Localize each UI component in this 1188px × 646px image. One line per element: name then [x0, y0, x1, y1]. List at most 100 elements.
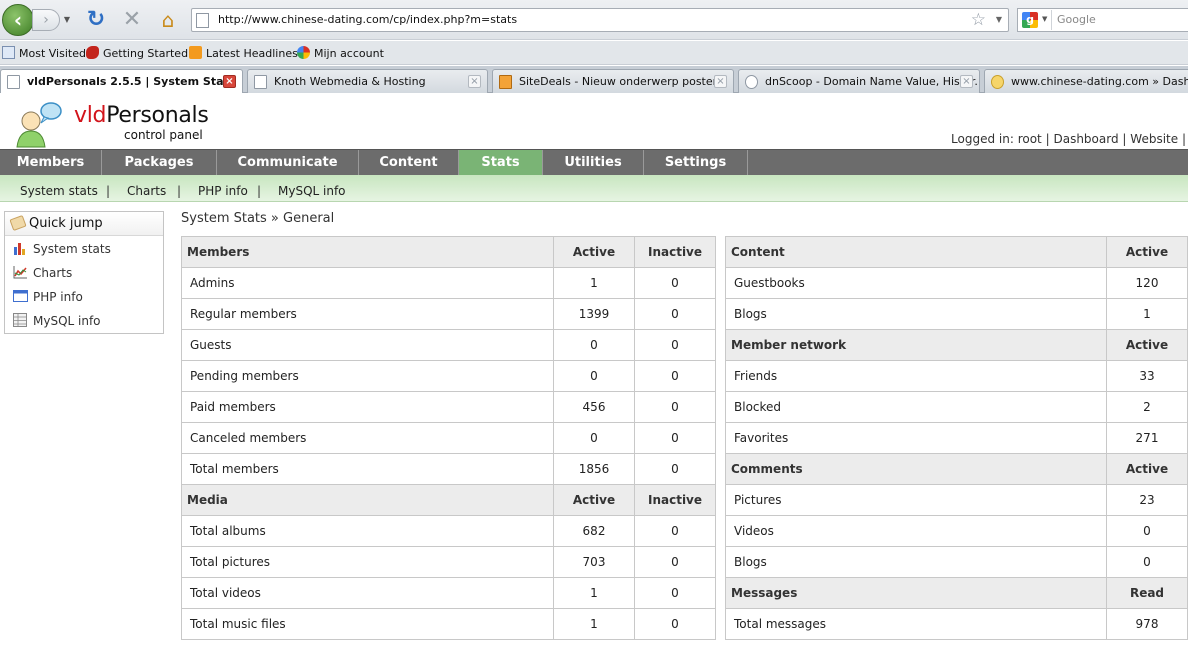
active-value: 1856: [553, 453, 635, 485]
close-icon[interactable]: ×: [714, 75, 727, 88]
row-value: 33: [1106, 360, 1188, 392]
bookmark-star-icon[interactable]: ☆: [971, 10, 986, 30]
nav-stats[interactable]: Stats: [459, 150, 543, 175]
nav-utilities[interactable]: Utilities: [543, 150, 644, 175]
reload-icon[interactable]: ↻: [84, 8, 108, 32]
subnav-system-stats[interactable]: System stats: [20, 184, 98, 198]
main-nav: Members Packages Communicate Content Sta…: [0, 149, 1188, 175]
row-label: Paid members: [181, 391, 554, 423]
section-title: Comments: [725, 453, 1107, 485]
sub-nav: System stats | Charts | PHP info | MySQL…: [0, 175, 1188, 202]
row-label: Total music files: [181, 608, 554, 640]
row-label: Regular members: [181, 298, 554, 330]
nav-communicate[interactable]: Communicate: [217, 150, 359, 175]
inactive-value: 0: [634, 546, 716, 578]
home-icon[interactable]: ⌂: [156, 8, 180, 32]
bookmark-getting-started[interactable]: Getting Started: [86, 46, 188, 60]
bookmark-most-visited[interactable]: Most Visited: [2, 46, 86, 60]
wordpress-icon: [991, 75, 1004, 89]
table-row: Favorites 271: [725, 422, 1188, 454]
nav-members[interactable]: Members: [0, 150, 102, 175]
tab-dashboard[interactable]: www.chinese-dating.com » Dashboard: [984, 69, 1188, 93]
column-header-active: Active: [553, 236, 635, 268]
table-row: Guestbooks 120: [725, 267, 1188, 299]
row-value: 2: [1106, 391, 1188, 423]
active-value: 1: [553, 267, 635, 299]
url-dropdown-icon[interactable]: ▼: [996, 15, 1002, 24]
section-title: Members: [181, 236, 554, 268]
search-input[interactable]: Google: [1057, 13, 1096, 26]
close-icon[interactable]: ×: [468, 75, 481, 88]
dashboard-link[interactable]: Dashboard: [1053, 132, 1118, 146]
column-header-active: Active: [553, 484, 635, 516]
bookmark-latest-headlines[interactable]: Latest Headlines: [189, 46, 298, 60]
active-value: 1399: [553, 298, 635, 330]
bar-chart-icon: [14, 243, 25, 255]
chevron-down-icon: ▼: [1042, 15, 1048, 23]
table-row: Paid members 456 0: [181, 391, 716, 423]
tab-dnscoop[interactable]: dnScoop - Domain Name Value, Histor... ×: [738, 69, 980, 93]
url-text[interactable]: http://www.chinese-dating.com/cp/index.p…: [218, 13, 517, 26]
section-header-messages: Messages Read: [725, 577, 1188, 609]
tab-strip: vldPersonals 2.5.5 | System Stats × Knot…: [0, 66, 1188, 94]
section-header-member-network: Member network Active: [725, 329, 1188, 361]
column-header-active: Active: [1106, 453, 1188, 485]
row-label: Admins: [181, 267, 554, 299]
subnav-php-info[interactable]: PHP info: [198, 184, 248, 198]
stop-icon[interactable]: ✕: [120, 8, 144, 32]
table-row: Pending members 0 0: [181, 360, 716, 392]
inactive-value: 0: [634, 422, 716, 454]
row-label: Blocked: [725, 391, 1107, 423]
search-engine-selector[interactable]: g ▼: [1019, 10, 1052, 30]
website-link[interactable]: Website: [1130, 132, 1178, 146]
inactive-value: 0: [634, 515, 716, 547]
header-links: Logged in: root | Dashboard | Website |: [951, 132, 1186, 146]
row-label: Favorites: [725, 422, 1107, 454]
table-row: Videos 0: [725, 515, 1188, 547]
nav-content[interactable]: Content: [359, 150, 459, 175]
page-icon: [7, 75, 20, 89]
row-value: 120: [1106, 267, 1188, 299]
inactive-value: 0: [634, 391, 716, 423]
row-label: Guests: [181, 329, 554, 361]
close-icon[interactable]: ×: [223, 75, 236, 88]
column-header-active: Active: [1106, 236, 1188, 268]
line-chart-icon: [13, 266, 27, 279]
close-icon[interactable]: ×: [960, 75, 973, 88]
tab-sitedeals[interactable]: SiteDeals - Nieuw onderwerp posten ×: [492, 69, 734, 93]
active-value: 0: [553, 422, 635, 454]
row-label: Total messages: [725, 608, 1107, 640]
inactive-value: 0: [634, 329, 716, 361]
tab-knoth-webmedia[interactable]: Knoth Webmedia & Hosting ×: [247, 69, 488, 93]
row-value: 978: [1106, 608, 1188, 640]
sidebar-item-charts[interactable]: Charts: [5, 261, 163, 285]
window-icon: [13, 290, 28, 302]
nav-settings[interactable]: Settings: [644, 150, 748, 175]
row-label: Canceled members: [181, 422, 554, 454]
back-button[interactable]: ‹: [2, 4, 34, 36]
row-label: Friends: [725, 360, 1107, 392]
sidebar-item-mysql-info[interactable]: MySQL info: [5, 309, 163, 333]
forward-button[interactable]: ›: [32, 9, 60, 31]
section-header-members: Members Active Inactive: [181, 236, 716, 268]
subnav-charts[interactable]: Charts: [127, 184, 166, 198]
nav-packages[interactable]: Packages: [102, 150, 217, 175]
row-label: Blogs: [725, 298, 1107, 330]
sidebar-item-php-info[interactable]: PHP info: [5, 285, 163, 309]
section-header-comments: Comments Active: [725, 453, 1188, 485]
column-header-inactive: Inactive: [634, 484, 716, 516]
app-header: vldPersonals control panel Logged in: ro…: [0, 93, 1188, 149]
history-dropdown[interactable]: ▼: [60, 9, 74, 31]
logged-in-text: Logged in: root: [951, 132, 1042, 146]
table-row: Regular members 1399 0: [181, 298, 716, 330]
sidebar-item-system-stats[interactable]: System stats: [5, 237, 163, 261]
url-bar[interactable]: http://www.chinese-dating.com/cp/index.p…: [191, 8, 1009, 32]
subnav-mysql-info[interactable]: MySQL info: [278, 184, 346, 198]
section-header-content: Content Active: [725, 236, 1188, 268]
firefox-icon: [86, 46, 99, 59]
google-icon: g: [1022, 12, 1038, 28]
bookmark-mijn-account[interactable]: Mijn account: [297, 46, 384, 60]
tab-system-stats[interactable]: vldPersonals 2.5.5 | System Stats ×: [0, 69, 243, 94]
search-bar[interactable]: g ▼ Google: [1017, 8, 1188, 32]
table-row: Total messages 978: [725, 608, 1188, 640]
